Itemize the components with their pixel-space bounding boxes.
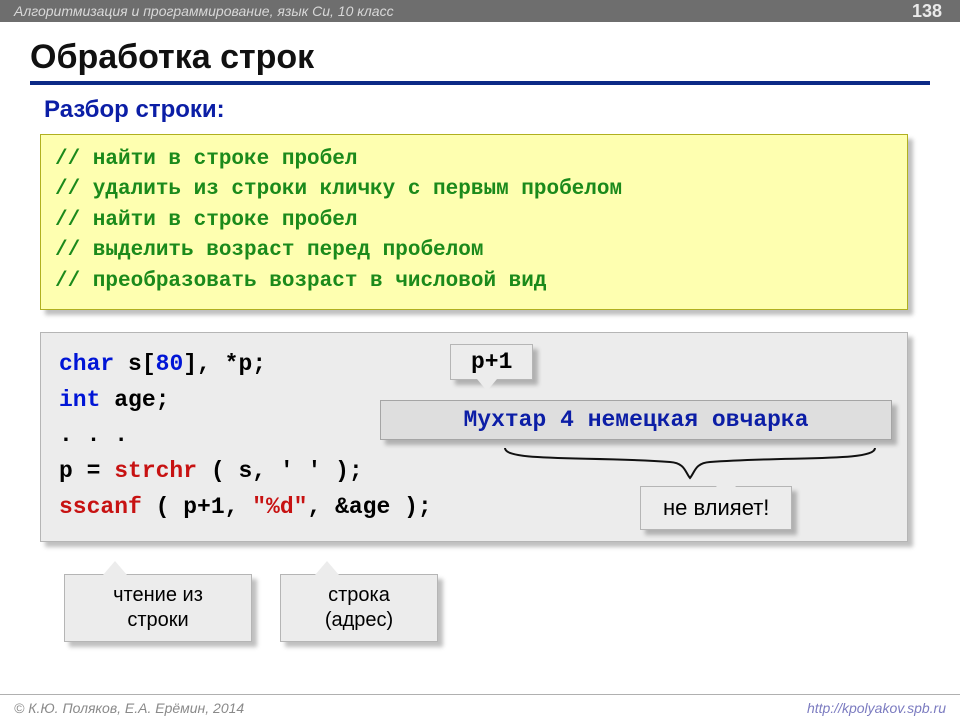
comment-line: // удалить из строки кличку с первым про… — [55, 175, 893, 205]
comment-line: // преобразовать возраст в числовой вид — [55, 267, 893, 297]
kw-int: int — [59, 387, 100, 413]
callout-no-effect-label: не влияет! — [663, 495, 769, 520]
code-text: ( s, ' ' ); — [197, 458, 363, 484]
callout-pplus1-label: p+1 — [471, 349, 512, 375]
comments-box: // найти в строке пробел // удалить из с… — [40, 134, 908, 310]
callout-read-from-string: чтение из строки — [64, 574, 252, 642]
num-80: 80 — [156, 351, 184, 377]
callout-tail — [315, 561, 339, 575]
topbar: Алгоритмизация и программирование, язык … — [0, 0, 960, 22]
page-title: Обработка строк — [30, 38, 930, 85]
str-fmt: "%d" — [252, 494, 307, 520]
callout-read-label: чтение из строки — [83, 583, 233, 633]
callout-pplus1: p+1 — [450, 344, 533, 380]
example-string: Мухтар 4 немецкая овчарка — [463, 407, 808, 433]
code-text: ( p+1, — [142, 494, 252, 520]
callout-tail — [716, 475, 736, 487]
callout-no-effect: не влияет! — [640, 486, 792, 530]
callout-tail — [477, 379, 497, 391]
slide: Алгоритмизация и программирование, язык … — [0, 0, 960, 720]
callout-tail — [103, 561, 127, 575]
footer-url: http://kpolyakov.spb.ru — [807, 695, 946, 720]
example-string-box: Мухтар 4 немецкая овчарка — [380, 400, 892, 440]
course-label: Алгоритмизация и программирование, язык … — [14, 3, 394, 19]
code-line-4: p = strchr ( s, ' ' ); — [59, 454, 889, 490]
callout-addr-label: строка (адрес) — [299, 583, 419, 633]
comment-line: // выделить возраст перед пробелом — [55, 236, 893, 266]
footer-copyright: © К.Ю. Поляков, Е.А. Ерёмин, 2014 — [14, 695, 244, 720]
comment-line: // найти в строке пробел — [55, 206, 893, 236]
kw-char: char — [59, 351, 114, 377]
fn-strchr: strchr — [114, 458, 197, 484]
section-subtitle: Разбор строки: — [44, 96, 225, 124]
footer: © К.Ю. Поляков, Е.А. Ерёмин, 2014 http:/… — [0, 694, 960, 720]
fn-sscanf: sscanf — [59, 494, 142, 520]
code-text: s[ — [114, 351, 155, 377]
code-text: , &age ); — [307, 494, 431, 520]
code-text: age; — [100, 387, 169, 413]
slide-number: 138 — [912, 0, 942, 22]
code-text: p = — [59, 458, 114, 484]
callout-string-address: строка (адрес) — [280, 574, 438, 642]
comment-line: // найти в строке пробел — [55, 145, 893, 175]
code-text: ], *p; — [183, 351, 266, 377]
